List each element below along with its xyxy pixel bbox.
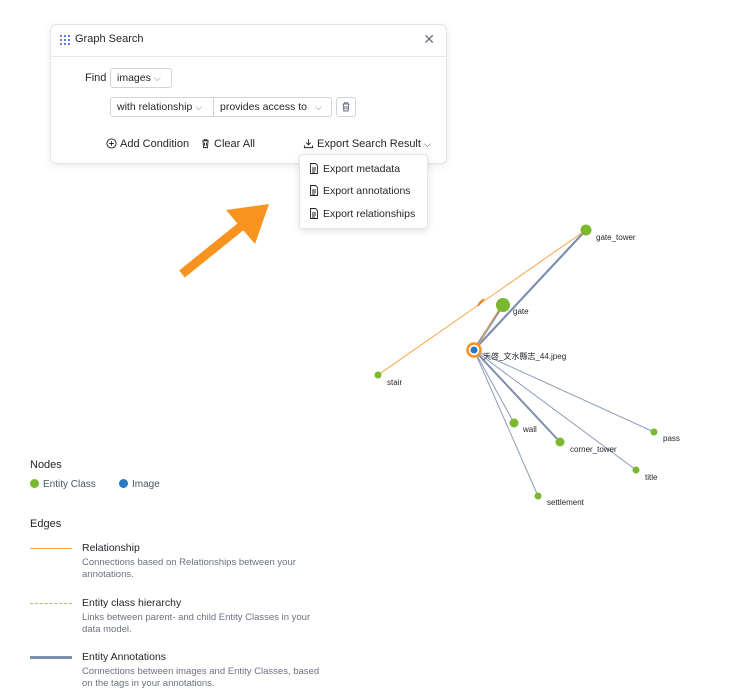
- hierarchy-line-swatch: [30, 603, 72, 604]
- trash-icon: [202, 139, 209, 149]
- edge-image-corner_tower: [473, 349, 561, 443]
- legend-image: Image: [119, 479, 160, 490]
- file-icon: [310, 163, 318, 174]
- annotation-arrow-icon: [179, 204, 269, 278]
- nodes-heading: Nodes: [30, 459, 62, 471]
- annotations-line-swatch: [30, 656, 72, 659]
- chevron-down-icon: ⌵: [423, 139, 431, 149]
- entity-class-dot: [30, 479, 39, 488]
- node-corner_tower[interactable]: [555, 437, 565, 447]
- export-annotations-item[interactable]: Export annotations: [309, 185, 411, 197]
- node-pass[interactable]: [650, 428, 658, 436]
- find-select[interactable]: images ⌵: [110, 68, 172, 88]
- label-image: 天啓_文水縣志_44.jpeg: [483, 351, 566, 361]
- delete-condition-button[interactable]: [336, 97, 356, 117]
- relation-value-select[interactable]: provides access to ⌵: [213, 97, 332, 117]
- legend-entity-class-label: Entity Class: [43, 479, 96, 490]
- file-icon: [310, 208, 318, 219]
- label-corner_tower: corner_tower: [570, 445, 617, 454]
- add-condition-label: Add Condition: [120, 138, 190, 150]
- export-menu: Export metadata Export annotations Expor…: [299, 154, 428, 229]
- edge-image-gate_tower: [473, 229, 587, 351]
- graph-search-panel: Graph Search ✕ Find images ⌵ with relatio…: [50, 24, 447, 164]
- panel-header: Graph Search ✕: [51, 25, 446, 57]
- trash-icon: [342, 102, 350, 112]
- label-pass: pass: [663, 434, 680, 443]
- find-label: Find: [85, 72, 107, 84]
- label-gate_tower: gate_tower: [596, 233, 636, 242]
- image-dot: [119, 479, 128, 488]
- hierarchy-desc: Links between parent- and child Entity C…: [82, 612, 311, 635]
- add-condition-button[interactable]: Add Condition: [106, 138, 189, 150]
- hierarchy-title: Entity class hierarchy: [82, 597, 182, 609]
- drag-handle-icon[interactable]: [60, 35, 71, 46]
- label-settlement: settlement: [547, 498, 585, 507]
- annotations-title: Entity Annotations: [82, 651, 167, 663]
- label-title: title: [645, 473, 658, 482]
- chevron-down-icon: ⌵: [153, 73, 161, 83]
- relation-type-value: with relationship: [117, 101, 193, 113]
- find-select-value: images: [117, 72, 151, 84]
- clear-all-button[interactable]: Clear All: [200, 138, 255, 150]
- relationship-title: Relationship: [82, 542, 140, 554]
- chevron-down-icon: ⌵: [195, 102, 203, 112]
- close-icon[interactable]: ✕: [423, 32, 435, 46]
- node-gate[interactable]: [496, 298, 510, 312]
- export-search-result-button[interactable]: Export Search Result ⌵: [303, 138, 431, 150]
- download-icon: [303, 139, 314, 149]
- relationship-line-swatch: [30, 548, 72, 549]
- edge-image-pass: [473, 349, 655, 433]
- chevron-down-icon: ⌵: [314, 102, 322, 112]
- node-title[interactable]: [632, 466, 640, 474]
- node-stair[interactable]: [374, 371, 382, 379]
- node-gate_tower[interactable]: [580, 224, 592, 236]
- relation-type-select[interactable]: with relationship ⌵: [110, 97, 214, 117]
- relationship-arrow: [477, 298, 485, 307]
- export-relationships-label: Export relationships: [323, 208, 416, 220]
- relationship-desc: Connections based on Relationships betwe…: [82, 557, 296, 580]
- export-annotations-label: Export annotations: [323, 185, 411, 197]
- label-wall: wall: [522, 425, 537, 434]
- panel-title: Graph Search: [75, 33, 144, 45]
- export-metadata-item[interactable]: Export metadata: [309, 163, 400, 175]
- plus-circle-icon: [106, 138, 117, 149]
- file-icon: [310, 185, 318, 196]
- node-settlement[interactable]: [534, 492, 542, 500]
- label-gate: gate: [513, 307, 529, 316]
- edge-image-settlement: [473, 349, 539, 497]
- legend-image-label: Image: [132, 479, 160, 490]
- node-image[interactable]: [470, 346, 478, 354]
- legend-entity-class: Entity Class: [30, 479, 96, 490]
- export-metadata-label: Export metadata: [323, 163, 401, 175]
- export-relationships-item[interactable]: Export relationships: [309, 208, 415, 220]
- relation-value: provides access to: [220, 101, 307, 113]
- annotations-desc: Connections between images and Entity Cl…: [82, 666, 320, 689]
- edges-heading: Edges: [30, 518, 62, 530]
- node-wall[interactable]: [509, 418, 519, 428]
- clear-all-label: Clear All: [214, 138, 255, 150]
- label-stair: stair: [387, 378, 402, 387]
- export-label: Export Search Result: [317, 138, 421, 150]
